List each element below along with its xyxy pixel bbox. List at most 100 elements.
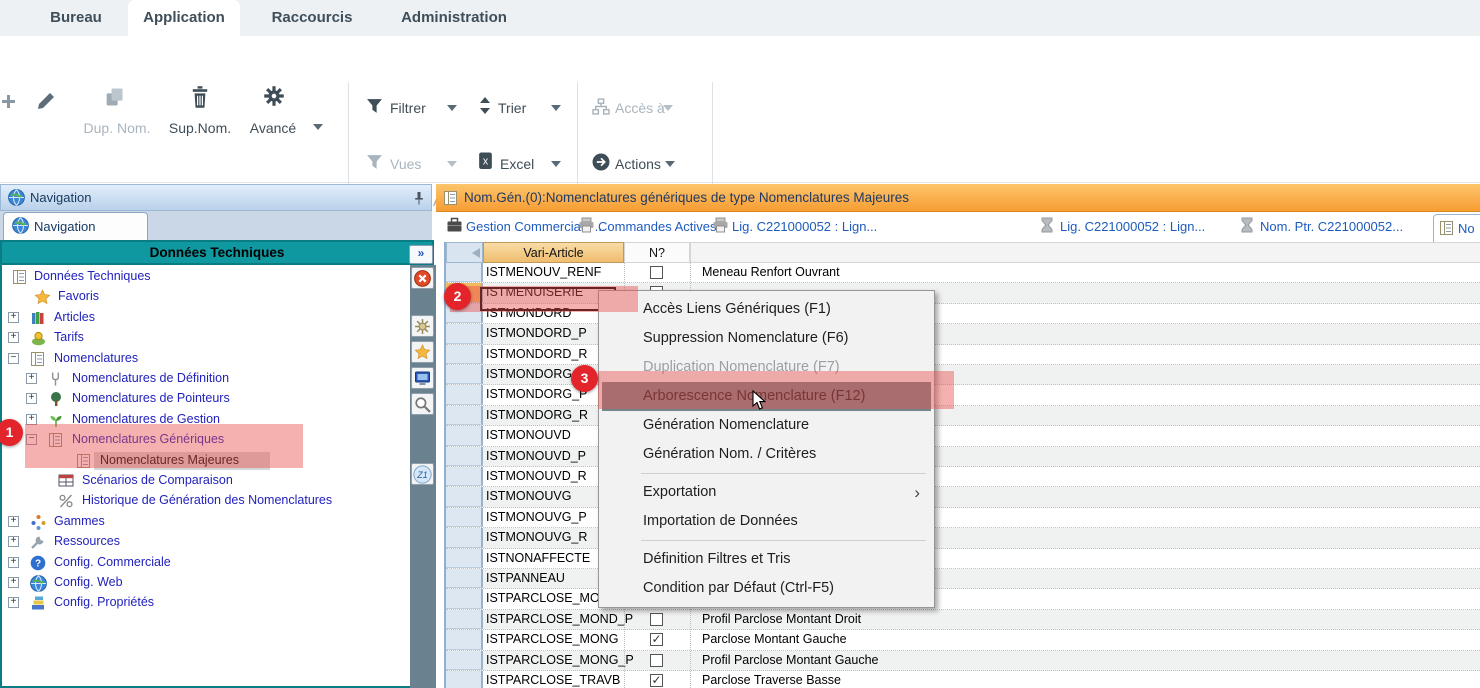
row-selector[interactable] <box>446 365 483 384</box>
doc-tab-active[interactable]: No <box>1433 214 1480 242</box>
views-button[interactable]: Vues <box>390 156 421 172</box>
tree-expand-icon[interactable]: + <box>8 557 19 568</box>
pin-icon[interactable] <box>411 190 427 206</box>
row-selector[interactable] <box>446 426 483 445</box>
checkbox-unchecked[interactable] <box>650 613 663 626</box>
add-icon[interactable] <box>1 94 16 109</box>
checkbox-checked[interactable]: ✓ <box>650 674 663 687</box>
tree-item[interactable]: +Nomenclatures de Définition <box>2 369 408 389</box>
tree-item[interactable]: Favoris <box>2 287 408 307</box>
ribbon-tab-application[interactable]: Application <box>128 0 240 36</box>
ribbon-tab-raccourcis[interactable]: Raccourcis <box>262 0 362 36</box>
sort-dropdown-caret[interactable] <box>551 105 561 111</box>
checkbox-unchecked[interactable] <box>650 266 663 279</box>
designation-cell[interactable]: Parclose Traverse Basse <box>702 673 841 687</box>
tree-item[interactable]: Données Techniques <box>2 267 408 287</box>
row-selector[interactable] <box>446 528 483 547</box>
vari-article-cell[interactable]: ISTPARCLOSE_TRAVB <box>486 673 620 687</box>
expand-panel-button[interactable]: » <box>409 245 433 264</box>
actions-dropdown-caret[interactable] <box>665 161 675 167</box>
actions-button[interactable]: Actions <box>615 156 661 172</box>
vari-article-cell[interactable]: ISTMONOUVD_P <box>486 449 586 463</box>
column-header-designation[interactable]: Désignation <box>690 242 1480 263</box>
table-row[interactable]: ISTPARCLOSE_MONG_P Profil Parclose Montan… <box>446 651 1480 671</box>
table-row[interactable]: ISTPARCLOSE_MONG✓Parclose Montant Gauche <box>446 630 1480 650</box>
vari-article-cell[interactable]: ISTPARCLOSE_MONG_P <box>486 653 634 667</box>
menu-item[interactable]: Génération Nomenclature <box>599 411 934 440</box>
table-row[interactable]: ISTMENOUV_RENFMeneau Renfort Ouvrant <box>446 263 1480 283</box>
menu-item[interactable]: Accès Liens Génériques (F1) <box>599 295 934 324</box>
vari-article-cell[interactable]: ISTMONDORD_R <box>486 347 587 361</box>
filter-button[interactable]: Filtrer <box>390 100 426 116</box>
vari-article-cell[interactable]: ISTPARCLOSE_MONG <box>486 632 618 646</box>
tree-item[interactable]: −Nomenclatures <box>2 349 408 369</box>
menu-item[interactable]: Condition par Défaut (Ctrl-F5) <box>599 574 934 603</box>
sort-button[interactable]: Trier <box>498 100 526 116</box>
tree-expand-icon[interactable]: + <box>8 332 19 343</box>
row-selector[interactable] <box>446 345 483 364</box>
tree-item[interactable]: +Articles <box>2 308 408 328</box>
vari-article-cell[interactable]: ISTMONDORD_P <box>486 326 587 340</box>
row-selector[interactable] <box>446 549 483 568</box>
screen-button[interactable] <box>411 367 434 389</box>
tree-expand-icon[interactable]: + <box>8 312 19 323</box>
row-selector[interactable] <box>446 385 483 404</box>
vari-article-cell[interactable]: ISTMONOUVG_R <box>486 530 587 544</box>
table-row[interactable]: ISTPARCLOSE_TRAVB ✓ Parclose Traverse Bass… <box>446 671 1480 688</box>
column-header-n[interactable]: N? <box>624 242 690 263</box>
tree-item[interactable]: +Tarifs <box>2 328 408 348</box>
edit-pencil-icon[interactable] <box>36 91 56 111</box>
vari-article-cell[interactable]: ISTNONAFFECTE <box>486 551 590 565</box>
tree-expand-icon[interactable]: + <box>26 393 37 404</box>
tree-collapse-icon[interactable]: − <box>8 353 19 364</box>
tree-expand-icon[interactable]: + <box>8 577 19 588</box>
duplicate-nom-button[interactable]: Dup. Nom. <box>81 120 153 136</box>
favorite-star-button[interactable] <box>411 341 434 363</box>
navigation-tab[interactable]: Navigation <box>3 212 148 240</box>
tree-item[interactable]: +Ressources <box>2 532 408 552</box>
grid-corner-header[interactable] <box>446 242 483 263</box>
row-selector[interactable] <box>446 630 483 649</box>
row-selector[interactable] <box>446 569 483 588</box>
menu-item[interactable]: Génération Nom. / Critères <box>599 440 934 469</box>
vari-article-cell[interactable]: ISTMONOUVG_P <box>486 510 587 524</box>
tree-item[interactable]: +Config. Web <box>2 573 408 593</box>
advanced-dropdown-caret[interactable] <box>313 124 323 130</box>
row-selector[interactable] <box>446 447 483 466</box>
menu-item[interactable]: Importation de Données <box>599 507 934 536</box>
filter-dropdown-caret[interactable] <box>447 105 457 111</box>
row-selector[interactable] <box>446 406 483 425</box>
vari-article-cell[interactable]: ISTMONDORG_R <box>486 408 588 422</box>
excel-button[interactable]: Excel <box>500 156 534 172</box>
vari-article-cell[interactable]: ISTPANNEAU <box>486 571 565 585</box>
vari-article-cell[interactable]: ISTPARCLOSE_MOND_P <box>486 612 633 626</box>
tree-expand-icon[interactable]: + <box>8 597 19 608</box>
row-selector[interactable] <box>446 467 483 486</box>
vari-article-cell[interactable]: ISTMONDORG_P <box>486 387 587 401</box>
row-selector[interactable] <box>446 671 483 688</box>
row-selector[interactable] <box>446 487 483 506</box>
suppress-nom-button[interactable]: Sup.Nom. <box>165 120 235 136</box>
tree-item[interactable]: +Nomenclatures de Pointeurs <box>2 389 408 409</box>
row-selector[interactable] <box>446 508 483 527</box>
access-to-dropdown-caret[interactable] <box>663 105 673 111</box>
compass-button[interactable] <box>411 315 434 337</box>
tree-item[interactable]: Historique de Génération des Nomenclatur… <box>2 491 408 511</box>
z1-button[interactable]: Z1 <box>411 463 434 485</box>
vari-article-cell[interactable]: ISTMONOUVD_R <box>486 469 587 483</box>
row-selector[interactable] <box>446 589 483 608</box>
tree-item[interactable]: +Gammes <box>2 512 408 532</box>
designation-cell[interactable]: Profil Parclose Montant Droit <box>702 612 861 626</box>
ribbon-tab-bureau[interactable]: Bureau <box>30 0 122 36</box>
tree-item[interactable]: +?Config. Commerciale <box>2 553 408 573</box>
excel-dropdown-caret[interactable] <box>551 161 561 167</box>
column-header-vari-article[interactable]: Vari-Article <box>483 242 624 263</box>
designation-cell[interactable]: Meneau Renfort Ouvrant <box>702 265 840 279</box>
row-selector[interactable] <box>446 651 483 670</box>
menu-item[interactable]: Définition Filtres et Tris <box>599 545 934 574</box>
tree-expand-icon[interactable]: + <box>8 516 19 527</box>
checkbox-unchecked[interactable] <box>650 654 663 667</box>
table-row[interactable]: ISTPARCLOSE_MOND_P Profil Parclose Montan… <box>446 610 1480 630</box>
designation-cell[interactable]: Profil Parclose Montant Gauche <box>702 653 878 667</box>
ribbon-tab-administration[interactable]: Administration <box>388 0 520 36</box>
